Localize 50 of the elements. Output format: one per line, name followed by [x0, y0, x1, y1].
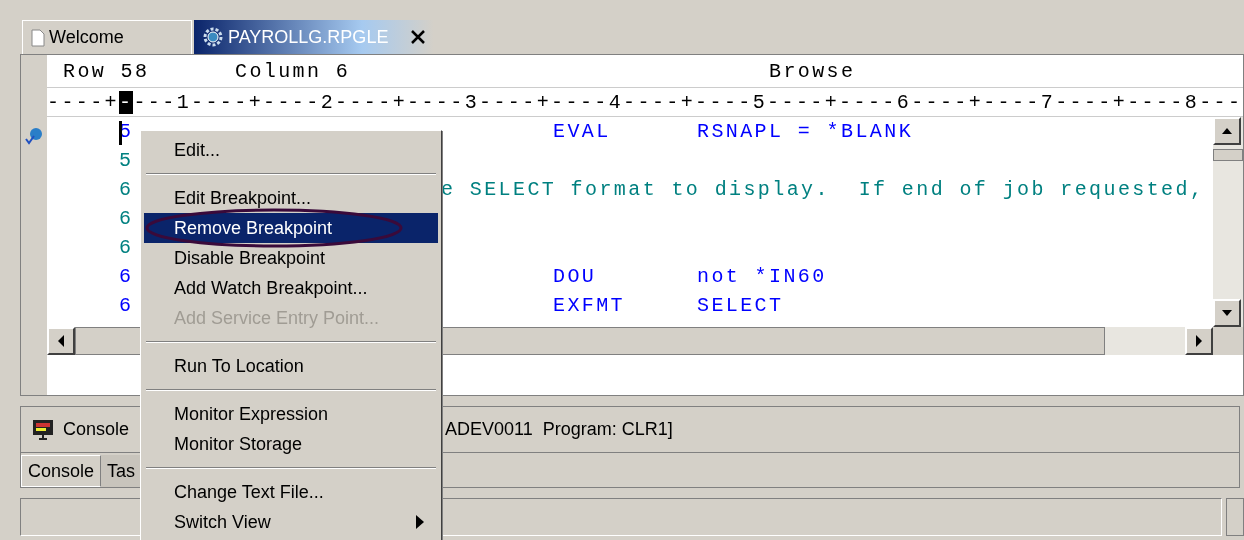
text-cursor: [119, 121, 122, 145]
left-arrow-icon: [58, 335, 64, 347]
vertical-scrollbar[interactable]: [1213, 117, 1243, 327]
line-number: 6: [119, 206, 134, 232]
scroll-up-button[interactable]: [1213, 117, 1241, 145]
page-icon: [31, 28, 45, 47]
editor-tab[interactable]: Welcome: [22, 20, 192, 54]
mode-indicator: Browse: [769, 58, 856, 85]
menu-item[interactable]: Switch View: [144, 507, 438, 537]
breakpoint-icon[interactable]: [25, 126, 43, 145]
console-title: Console: [63, 418, 131, 441]
menu-item[interactable]: Monitor Storage: [144, 429, 438, 459]
column-indicator: Column 6: [235, 58, 352, 85]
row-indicator: Row 58: [63, 58, 151, 85]
code-operands: SELECT: [697, 293, 784, 319]
view-tab[interactable]: Console: [21, 455, 102, 487]
gear-icon: [202, 26, 224, 48]
code-opcode: EVAL: [553, 119, 611, 145]
line-number: 6: [119, 177, 134, 203]
submenu-arrow-icon: [416, 515, 424, 529]
menu-item[interactable]: Edit Breakpoint...: [144, 183, 438, 213]
menu-item[interactable]: Add Watch Breakpoint...: [144, 273, 438, 303]
scroll-down-button[interactable]: [1213, 299, 1241, 327]
menu-item[interactable]: Edit...: [144, 135, 438, 165]
menu-item[interactable]: Change Text File...: [144, 477, 438, 507]
code-operands: RSNAPL = *BLANK: [697, 119, 914, 145]
code-opcode: EXFMT: [553, 293, 625, 319]
menu-item[interactable]: Disable Breakpoint: [144, 243, 438, 273]
scroll-right-button[interactable]: [1185, 327, 1213, 355]
menu-item[interactable]: Remove Breakpoint: [144, 213, 438, 243]
scrollbar-thumb[interactable]: [1213, 149, 1243, 161]
view-tab[interactable]: Tas: [101, 455, 142, 487]
right-arrow-icon: [1196, 335, 1202, 347]
up-arrow-icon: [1222, 128, 1232, 134]
scroll-left-button[interactable]: [47, 327, 75, 355]
status-bar-field: [1226, 498, 1244, 536]
menu-item[interactable]: Run To Location: [144, 351, 438, 381]
line-number: 5: [119, 148, 134, 174]
close-icon[interactable]: [410, 29, 426, 45]
menu-item[interactable]: Monitor Expression: [144, 399, 438, 429]
column-ruler: ----+----1----+----2----+----3----+----4----+----5----+----6----+----7----+----8---: [47, 87, 1243, 117]
console-description: ADEV0011 Program: CLR1]: [445, 418, 673, 441]
monitor-icon: [31, 417, 55, 442]
line-number: 6: [119, 293, 134, 319]
line-number: 6: [119, 235, 134, 261]
code-operands: not *IN60: [697, 264, 827, 290]
scrollbar-corner: [1213, 327, 1243, 355]
down-arrow-icon: [1222, 310, 1232, 316]
code-opcode: DOU: [553, 264, 597, 290]
line-number: 6: [119, 264, 134, 290]
